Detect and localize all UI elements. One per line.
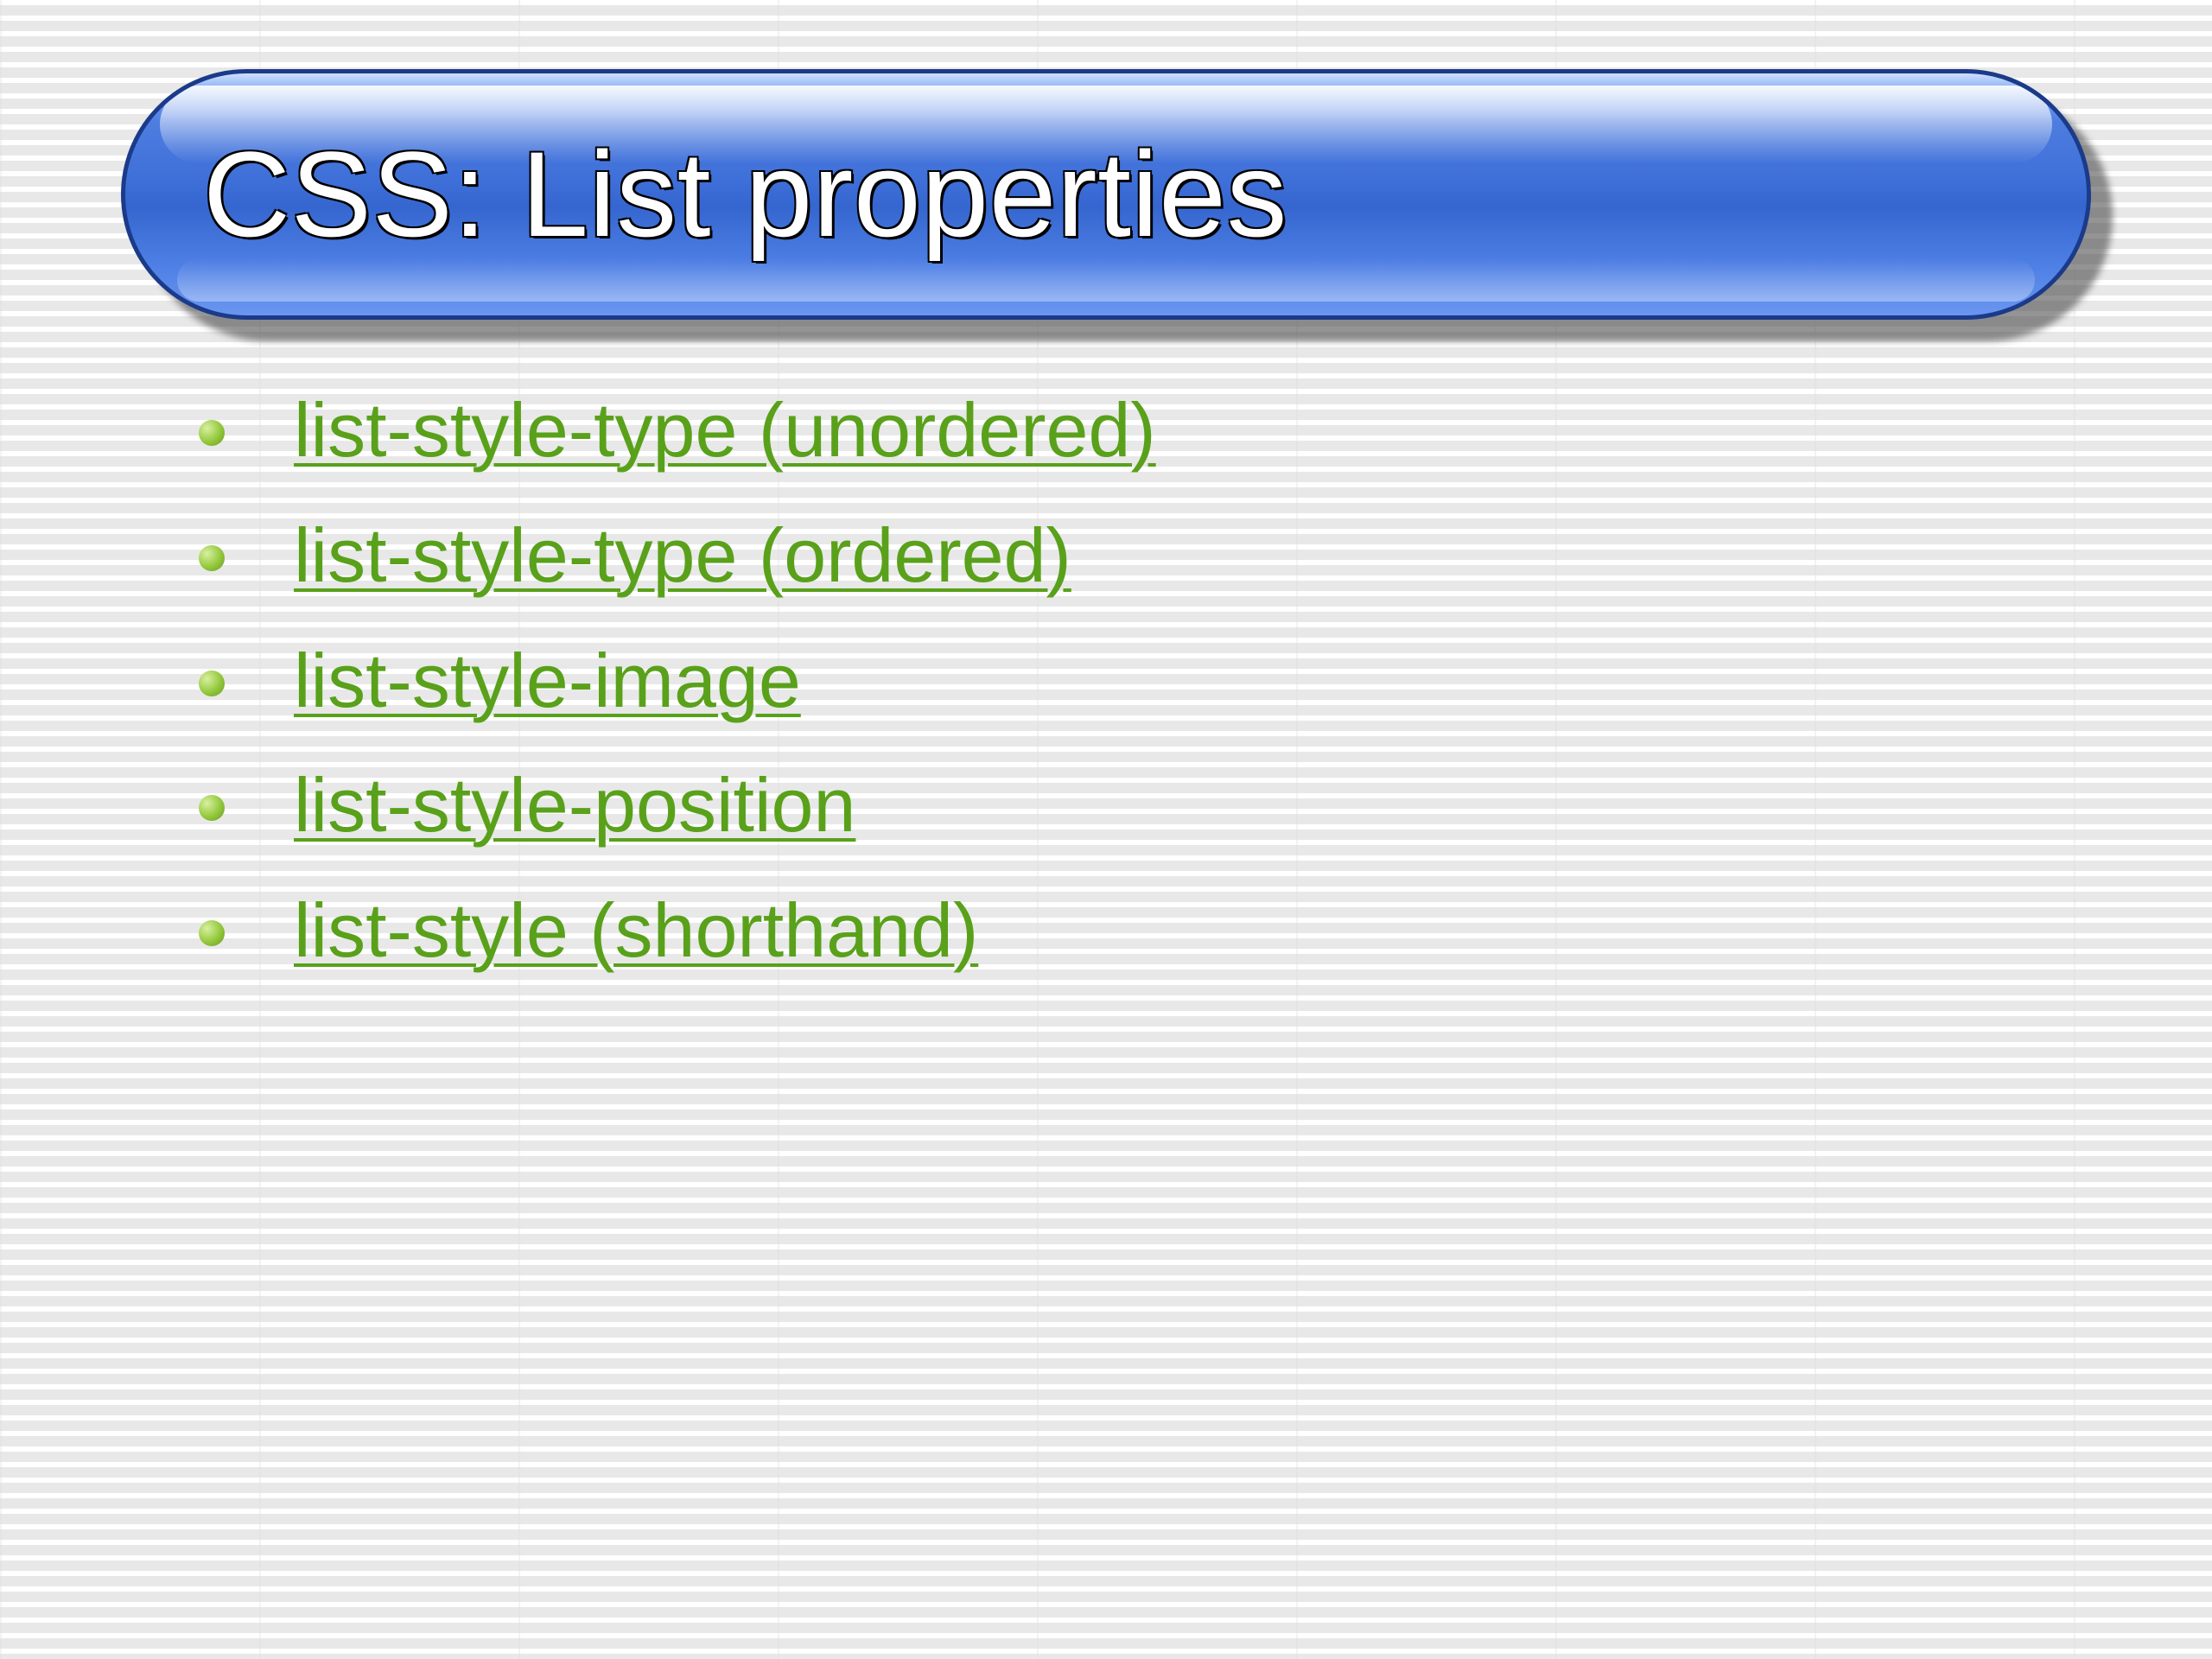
link-list-style-image[interactable]: list-style-image xyxy=(294,638,801,723)
link-list-style-shorthand[interactable]: list-style (shorthand) xyxy=(294,887,978,973)
slide: CSS: List properties list-style-type (un… xyxy=(0,0,2212,1659)
title-pill: CSS: List properties xyxy=(121,69,2091,320)
slide-title: CSS: List properties xyxy=(203,124,1287,264)
link-list-style-position[interactable]: list-style-position xyxy=(294,762,855,848)
list-item: list-style (shorthand) xyxy=(199,889,2126,973)
bullet-icon xyxy=(199,920,225,946)
list-item: list-style-image xyxy=(199,639,2126,723)
list-item: list-style-position xyxy=(199,764,2126,848)
list-item: list-style-type (unordered) xyxy=(199,389,2126,473)
link-list: list-style-type (unordered) list-style-t… xyxy=(86,389,2126,973)
bullet-icon xyxy=(199,795,225,821)
link-list-style-type-unordered[interactable]: list-style-type (unordered) xyxy=(294,387,1156,473)
link-list-style-type-ordered[interactable]: list-style-type (ordered) xyxy=(294,512,1071,598)
list-item: list-style-type (ordered) xyxy=(199,514,2126,598)
bullet-icon xyxy=(199,545,225,571)
bullet-icon xyxy=(199,671,225,696)
title-container: CSS: List properties xyxy=(121,69,2091,320)
bullet-icon xyxy=(199,420,225,446)
